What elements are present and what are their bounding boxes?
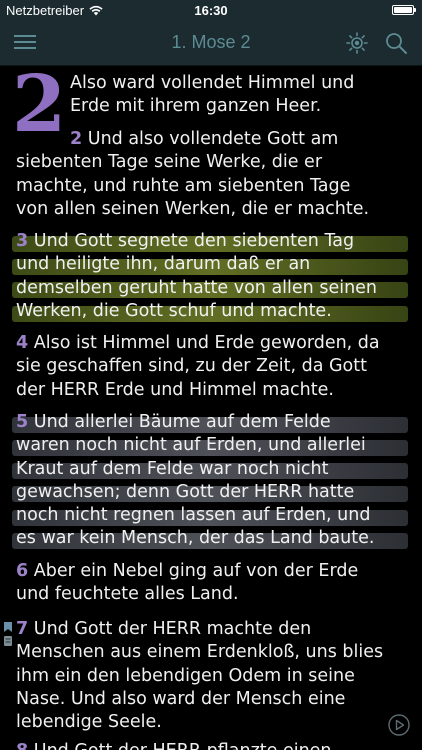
status-time: 16:30 <box>194 3 228 18</box>
verse-line: siebenten Tage seine Werke, die er <box>16 152 323 173</box>
verse-line: ihm ein den lebendigen Odem in seine <box>16 665 355 686</box>
verse-line: Und also vollendete Gott am <box>87 129 339 149</box>
verse-line: und feuchtete alles Land. <box>16 584 239 605</box>
verse-line: Und allerlei Bäume auf dem Felde <box>33 412 331 432</box>
verse-5: 5 Und allerlei Bäume auf dem Felde waren… <box>16 411 408 551</box>
verse-number: 2 <box>70 129 83 149</box>
menu-icon[interactable] <box>14 33 36 51</box>
verse-line: Menschen aus einem Erdenkloß, uns blies <box>16 642 384 663</box>
nav-bar: 1. Mose 2 <box>0 20 422 66</box>
status-bar: Netzbetreiber 16:30 <box>0 0 422 20</box>
verse-1: Also ward vollendet Himmel und Erde mit … <box>70 72 410 119</box>
verse-line: gewachsen; denn Gott der HERR hatte <box>16 481 355 502</box>
battery-icon <box>392 5 416 15</box>
verse-3: 3 Und Gott segnete den siebenten Tag und… <box>16 230 408 323</box>
verse-6: 6 Aber ein Nebel ging auf von der Erde u… <box>16 560 408 607</box>
verse-number: 5 <box>16 412 29 432</box>
verse-line: von allen seinen Werken, die er machte. <box>16 198 370 219</box>
verse-7: 7 Und Gott der HERR machte den Menschen … <box>16 618 408 734</box>
verse-line: der HERR Erde und Himmel machte. <box>16 379 334 400</box>
verse-line: Und Gott segnete den siebenten Tag <box>33 231 355 251</box>
verse-line: es war kein Mensch, der das Land baute. <box>16 528 375 549</box>
verse-line: Und Gott der HERR pflanzte einen <box>34 741 332 750</box>
verse-2: 2 Und also vollendete Gott am siebenten … <box>16 128 408 221</box>
page-title[interactable]: 1. Mose 2 <box>60 32 362 53</box>
verse-number: 3 <box>16 231 29 251</box>
verse-line: demselben geruht hatte von allen seinen <box>16 277 378 298</box>
verse-line: Und Gott der HERR machte den <box>33 619 312 639</box>
play-audio-icon[interactable] <box>388 714 410 736</box>
verse-line: machte, und ruhte am siebenten Tage <box>16 175 351 196</box>
verse-line: noch nicht regnen lassen auf Erden, und <box>16 505 371 526</box>
verse-line: Werken, die Gott schuf und machte. <box>16 300 332 321</box>
verse-line: waren noch nicht auf Erden, und allerlei <box>16 435 366 456</box>
verse-line: lebendige Seele. <box>16 712 162 733</box>
verse-line: Nase. Und also ward der Mensch eine <box>16 688 346 709</box>
verse-line: sie geschaffen sind, zu der Zeit, da Got… <box>16 356 367 377</box>
verse-line: und heiligte ihn, darum daß er an <box>16 254 311 275</box>
verse-number: 7 <box>16 619 29 639</box>
verse-8: 8 Und Gott der HERR pflanzte einen <box>16 740 408 750</box>
verse-number: 4 <box>16 333 29 353</box>
chapter-content[interactable]: 2 Also ward vollendet Himmel und Erde mi… <box>0 66 422 750</box>
verse-number: 8 <box>16 741 28 750</box>
verse-line: Also ward vollendet Himmel und <box>70 73 355 93</box>
search-icon[interactable] <box>384 31 408 55</box>
brightness-icon[interactable] <box>346 32 368 54</box>
bookmark-icon[interactable] <box>3 622 13 650</box>
verse-line: Kraut auf dem Felde war noch nicht <box>16 458 329 479</box>
verse-number: 6 <box>16 561 29 581</box>
verse-line: Erde mit ihrem ganzen Heer. <box>70 96 322 117</box>
verse-4: 4 Also ist Himmel und Erde geworden, da … <box>16 332 408 402</box>
verse-line: Aber ein Nebel ging auf von der Erde <box>33 561 359 581</box>
verse-line: Also ist Himmel und Erde geworden, da <box>33 333 380 353</box>
